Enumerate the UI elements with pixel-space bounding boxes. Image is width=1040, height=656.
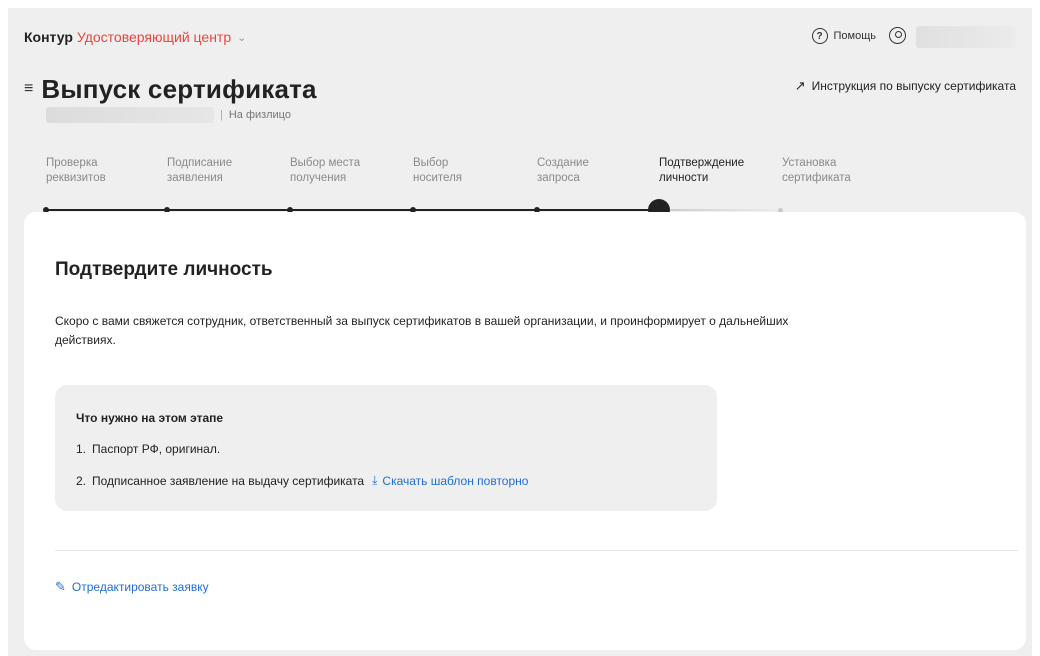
- app-frame: Контур Удостоверяющий центр ⌄ ? Помощь ≡…: [8, 8, 1032, 656]
- step-label-line1: Создание: [537, 157, 589, 169]
- title-row: ≡ Выпуск сертификата ↗ Инструкция по вып…: [24, 72, 1016, 106]
- help-circle-icon: ?: [811, 28, 828, 44]
- step-label-line2: запроса: [537, 172, 580, 184]
- help-label: Помощь: [833, 30, 877, 42]
- requirement-item: 2. Подписанное заявление на выдачу серти…: [76, 473, 528, 488]
- chevron-down-icon[interactable]: ⌄: [237, 31, 246, 44]
- edit-application-link[interactable]: ✎ Отредактировать заявку: [55, 579, 209, 595]
- requirements-box: Что нужно на этом этапе 1. Паспорт РФ, о…: [55, 385, 717, 511]
- step-label-line1: Установка: [782, 157, 837, 169]
- help-button[interactable]: ? Помощь: [811, 28, 877, 44]
- step-label-line2: получения: [290, 172, 347, 184]
- arrow-up-right-icon: ↗: [794, 78, 806, 93]
- step-label-line2: сертификата: [782, 172, 851, 184]
- download-icon: ⤓: [372, 473, 378, 487]
- product-name[interactable]: Удостоверяющий центр: [77, 29, 231, 45]
- step-label-line1: Подтверждение: [659, 157, 745, 169]
- step-6-current[interactable]: Подтверждение личности: [659, 156, 769, 186]
- content-card: Подтвердите личность Скоро с вами свяжет…: [24, 212, 1026, 650]
- step-4[interactable]: Выбор носителя: [413, 156, 523, 186]
- page-title: Выпуск сертификата: [41, 73, 317, 104]
- step-label-line1: Проверка: [46, 157, 98, 169]
- edit-application-label: Отредактировать заявку: [71, 580, 209, 594]
- step-label-line1: Подписание: [167, 157, 233, 169]
- user-name-redacted[interactable]: [916, 26, 1016, 48]
- user-icon[interactable]: [889, 27, 906, 44]
- step-label-line2: личности: [659, 172, 709, 184]
- applicant-type: На физлицо: [228, 109, 291, 121]
- step-label-line2: реквизитов: [46, 172, 106, 184]
- brand-logo[interactable]: Контур: [24, 29, 73, 45]
- step-label-line1: Выбор места: [290, 157, 361, 169]
- requirement-number: 2.: [76, 473, 87, 488]
- separator: |: [220, 109, 223, 121]
- card-title: Подтвердите личность: [55, 259, 273, 280]
- step-5[interactable]: Создание запроса: [537, 156, 647, 186]
- step-2[interactable]: Подписание заявления: [167, 156, 277, 186]
- step-1[interactable]: Проверка реквизитов: [46, 156, 156, 186]
- progress-line-remaining: [669, 209, 781, 211]
- step-7: Установка сертификата: [782, 156, 892, 186]
- download-template-link[interactable]: ⤓ Скачать шаблон повторно: [372, 473, 528, 488]
- applicant-row: | На физлицо: [46, 106, 291, 124]
- progress-line-completed: [46, 209, 658, 211]
- requirement-text: Подписанное заявление на выдачу сертифик…: [92, 473, 365, 488]
- requirement-text: Паспорт РФ, оригинал.: [92, 442, 221, 456]
- requirement-item: 1. Паспорт РФ, оригинал.: [76, 442, 220, 456]
- instruction-link[interactable]: ↗ Инструкция по выпуску сертификата: [795, 78, 1016, 94]
- top-bar: Контур Удостоверяющий центр ⌄ ? Помощь: [24, 26, 1016, 48]
- step-label-line2: заявления: [167, 172, 223, 184]
- download-template-label: Скачать шаблон повторно: [382, 473, 529, 488]
- pencil-icon: ✎: [55, 579, 66, 594]
- instruction-link-label: Инструкция по выпуску сертификата: [811, 79, 1016, 93]
- step-label-line1: Выбор: [413, 157, 449, 169]
- step-label-line2: носителя: [413, 172, 463, 184]
- requirement-number: 1.: [76, 442, 87, 456]
- step-3[interactable]: Выбор места получения: [290, 156, 400, 186]
- menu-icon[interactable]: ≡: [24, 80, 33, 98]
- divider: [55, 550, 1018, 551]
- requirements-title: Что нужно на этом этапе: [76, 411, 224, 425]
- organization-name-redacted: [46, 107, 214, 123]
- card-description: Скоро с вами свяжется сотрудник, ответст…: [55, 314, 789, 347]
